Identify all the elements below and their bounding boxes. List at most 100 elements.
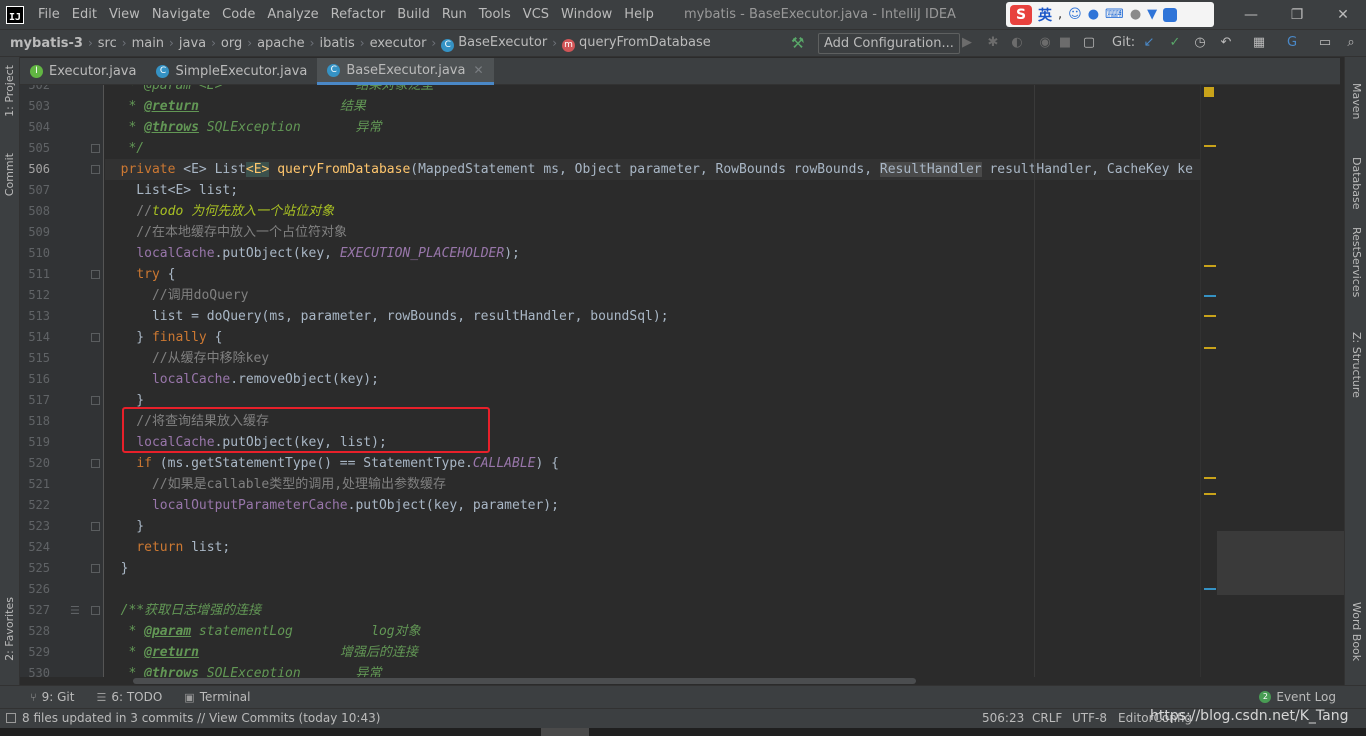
line-number: 527 [28,603,50,617]
search-icon[interactable]: ⌕ [1342,33,1360,53]
rollback-icon[interactable]: ↶ [1217,33,1235,53]
menu-edit[interactable]: Edit [66,0,103,29]
add-configuration-button[interactable]: Add Configuration... [818,33,960,54]
menu-refactor[interactable]: Refactor [325,0,392,29]
favorites-tool-tab[interactable]: 2: Favorites [3,597,16,661]
breadcrumb-java[interactable]: java [174,36,211,51]
build-hammer-icon[interactable]: ⚒ [791,34,804,52]
horizontal-scrollbar[interactable] [105,677,1200,685]
event-log-tool-tab[interactable]: 2 Event Log [1259,690,1336,704]
breadcrumb-class[interactable]: C BaseExecutor [436,35,552,52]
fold-marker-icon[interactable] [91,144,100,153]
ime-grid-icon[interactable] [1163,7,1178,22]
minimap-warning-mark[interactable] [1204,493,1216,495]
git-tool-tab[interactable]: ⑂ 9: Git [30,690,74,704]
maximize-button[interactable]: ❐ [1274,0,1320,29]
breadcrumb-executor[interactable]: executor [365,36,432,51]
breadcrumb-apache[interactable]: apache [252,36,310,51]
taskbar-item[interactable] [541,728,589,736]
maven-tool-tab[interactable]: Maven [1350,83,1363,119]
ime-user-icon[interactable]: ● [1130,7,1141,22]
minimap-warning-mark[interactable] [1204,477,1216,479]
vcs-icon[interactable]: ▢ [1080,33,1098,53]
ime-shirt-icon[interactable]: ▼ [1147,7,1157,22]
commit-tool-tab[interactable]: Commit [3,153,16,196]
file-encoding[interactable]: UTF-8 [1072,711,1107,725]
menu-run[interactable]: Run [436,0,473,29]
minimap-warning-mark[interactable] [1204,145,1216,147]
close-tab-icon[interactable]: ✕ [473,63,483,77]
run-icon[interactable]: ▶ [958,33,976,53]
commit-check-icon[interactable]: ✓ [1166,33,1184,53]
breadcrumb-project[interactable]: mybatis-3 [0,36,88,51]
status-message[interactable]: 8 files updated in 3 commits // View Com… [6,711,380,725]
fold-marker-icon[interactable] [91,459,100,468]
breadcrumb-org[interactable]: org [216,36,247,51]
code-line-522: localOutputParameterCache.putObject(key,… [151,498,559,513]
profile-icon[interactable]: ◉ [1036,33,1054,53]
caret-position[interactable]: 506:23 [982,711,1024,725]
stop-icon[interactable]: ■ [1056,33,1074,53]
menu-analyze[interactable]: Analyze [261,0,324,29]
fold-marker-icon[interactable] [91,396,100,405]
line-number: 510 [28,246,50,260]
minimap-info-mark[interactable] [1204,588,1216,590]
structure-tool-tab[interactable]: Z: Structure [1350,332,1363,398]
fold-marker-icon[interactable] [91,165,100,174]
line-separator[interactable]: CRLF [1032,711,1062,725]
minimap-warning-mark[interactable] [1204,347,1216,349]
menu-build[interactable]: Build [391,0,436,29]
menu-tools[interactable]: Tools [473,0,517,29]
menu-vcs[interactable]: VCS [517,0,555,29]
tab-base-executor[interactable]: C BaseExecutor.java ✕ [317,58,494,85]
code-minimap[interactable] [1200,85,1344,677]
doc-comment-icon[interactable]: ☰ [70,604,80,617]
layout-icon[interactable]: ▭ [1316,33,1334,53]
scrollbar-thumb[interactable] [133,678,916,684]
menu-code[interactable]: Code [216,0,261,29]
breadcrumb-method[interactable]: m queryFromDatabase [557,35,716,52]
database-tool-tab[interactable]: Database [1350,157,1363,210]
tab-simple-executor[interactable]: C SimpleExecutor.java [146,58,317,85]
ime-emoji-icon[interactable]: ☺ [1068,7,1082,22]
fold-marker-icon[interactable] [91,333,100,342]
menu-file[interactable]: File [32,0,66,29]
debug-icon[interactable]: ✱ [984,33,1002,53]
coverage-icon[interactable]: ◐ [1008,33,1026,53]
breadcrumb-main[interactable]: main [127,36,169,51]
ime-keyboard-icon[interactable]: ⌨ [1105,7,1124,22]
minimize-button[interactable]: — [1228,0,1274,29]
breadcrumb-ibatis[interactable]: ibatis [314,36,359,51]
project-structure-icon[interactable]: ▦ [1250,33,1268,53]
minimap-info-mark[interactable] [1204,295,1216,297]
terminal-tool-tab[interactable]: ▣ Terminal [184,690,250,704]
menu-navigate[interactable]: Navigate [146,0,216,29]
menu-window[interactable]: Window [555,0,618,29]
minimap-warning-mark[interactable] [1204,265,1216,267]
right-margin-guide [1034,85,1035,677]
fold-marker-icon[interactable] [91,564,100,573]
fold-marker-icon[interactable] [91,606,100,615]
close-window-button[interactable]: ✕ [1320,0,1366,29]
fold-marker-icon[interactable] [91,270,100,279]
ime-language[interactable]: 英 [1038,5,1052,25]
code-editor[interactable]: * @param <E> 结果对象泛型 * @return 结果 * @thro… [105,85,1200,677]
tab-executor[interactable]: I Executor.java [20,58,146,85]
ime-punct-icon[interactable]: , [1058,7,1062,22]
minimap-warning-mark[interactable] [1204,315,1216,317]
update-project-icon[interactable]: ↙ [1140,33,1158,53]
project-tool-tab[interactable]: 1: Project [3,65,16,117]
menu-view[interactable]: View [103,0,146,29]
history-clock-icon[interactable]: ◷ [1191,33,1209,53]
fold-marker-icon[interactable] [91,522,100,531]
ime-toolbar[interactable]: S 英 , ☺ ● ⌨ ● ▼ [1006,2,1214,27]
minimap-viewport[interactable] [1217,531,1344,595]
todo-tool-tab[interactable]: ☰ 6: TODO [96,690,162,704]
ime-mic-icon[interactable]: ● [1088,7,1099,22]
menu-help[interactable]: Help [618,0,660,29]
restservices-tool-tab[interactable]: RestServices [1350,227,1363,297]
translate-icon[interactable]: G [1283,33,1301,53]
wordbook-tool-tab[interactable]: Word Book [1350,602,1363,661]
inspection-warning-icon[interactable] [1204,87,1214,97]
breadcrumb-src[interactable]: src [93,36,122,51]
